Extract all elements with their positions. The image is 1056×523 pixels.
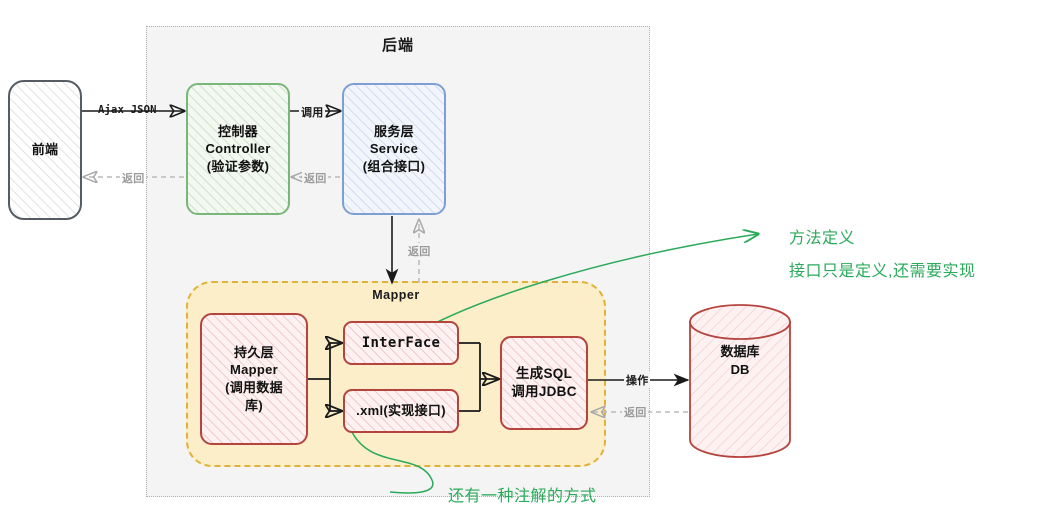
- node-sql-jdbc[interactable]: 生成SQL 调用JDBC: [500, 336, 588, 430]
- node-controller-line3: (验证参数): [206, 158, 270, 174]
- node-service-line2: Service: [369, 141, 419, 157]
- node-xml-label: .xml(实现接口): [356, 403, 446, 419]
- node-interface[interactable]: InterFace: [343, 321, 459, 365]
- node-persistence-line3: (调用数据: [225, 380, 283, 395]
- node-controller[interactable]: 控制器 Controller (验证参数): [186, 83, 290, 215]
- node-xml-implementation[interactable]: .xml(实现接口): [343, 389, 459, 433]
- node-database-line2: DB: [730, 361, 750, 377]
- node-persistence-line1: 持久层: [234, 344, 274, 360]
- edge-label-return-to-controller: 返回: [302, 170, 329, 186]
- node-service-line3: (组合接口): [362, 158, 426, 174]
- node-sql-line1: 生成SQL: [515, 365, 573, 381]
- annotation-xml-note: 还有一种注解的方式: [448, 488, 597, 505]
- node-service-line1: 服务层: [374, 123, 414, 139]
- node-database[interactable]: 数据库 DB: [690, 305, 790, 457]
- node-controller-line1: 控制器: [218, 123, 258, 139]
- backend-container-label: 后端: [381, 37, 414, 54]
- edge-label-return-to-sql: 返回: [622, 404, 649, 420]
- diagram-canvas: 后端 Mapper 前端 控制器 Controller (验证参数) 服务层 S…: [0, 0, 1056, 523]
- node-database-line1: 数据库: [720, 344, 760, 359]
- edge-label-ajax-json: Ajax JSON: [98, 104, 157, 116]
- node-persistence-mapper[interactable]: 持久层 Mapper (调用数据 库): [200, 313, 308, 445]
- edge-label-invoke: 调用: [299, 104, 326, 120]
- node-interface-label: InterFace: [361, 334, 441, 351]
- edge-label-return-to-service: 返回: [406, 243, 433, 259]
- node-service[interactable]: 服务层 Service (组合接口): [342, 83, 446, 215]
- annotation-interface-note-line2: 接口只是定义,还需要实现: [789, 263, 976, 280]
- edge-label-operate: 操作: [624, 372, 651, 388]
- node-frontend-label: 前端: [31, 142, 59, 158]
- node-persistence-line2: Mapper: [229, 362, 279, 378]
- node-frontend[interactable]: 前端: [8, 80, 82, 220]
- node-database-label-group: 数据库 DB: [690, 343, 790, 378]
- annotation-interface-note-line1: 方法定义: [789, 230, 856, 247]
- node-persistence-line4: 库): [245, 397, 263, 413]
- mapper-container-label: Mapper: [372, 288, 420, 302]
- node-controller-line2: Controller: [205, 141, 271, 157]
- node-sql-line2: 调用JDBC: [511, 384, 577, 399]
- edge-label-return-to-frontend: 返回: [120, 170, 147, 186]
